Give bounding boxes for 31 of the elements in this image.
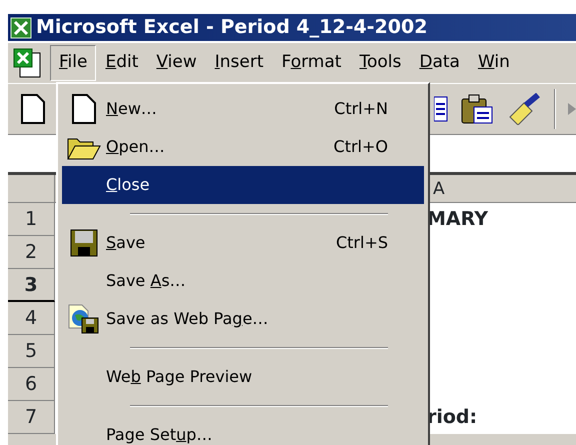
menu-bar-item[interactable]: Format	[272, 45, 350, 81]
row-header[interactable]: 7	[8, 401, 55, 434]
window-title: Microsoft Excel - Period 4_12-4-2002	[36, 15, 428, 40]
new-document-icon[interactable]	[20, 93, 46, 125]
menu-item[interactable]: Close	[62, 166, 424, 204]
menu-bar-item[interactable]: Insert	[206, 45, 273, 81]
spreadsheet-icon	[10, 16, 32, 38]
row-header[interactable]: 2	[8, 236, 55, 269]
row-header[interactable]: 4	[8, 302, 55, 335]
globe-disk-icon	[68, 304, 100, 334]
menu-bar-item[interactable]: View	[147, 45, 206, 81]
menu-item[interactable]: Page Setup…	[62, 416, 424, 445]
workbook-icon[interactable]	[12, 47, 42, 79]
blank-page-icon	[71, 94, 97, 124]
menu-item[interactable]: Web Page Preview	[62, 358, 424, 396]
row-header[interactable]: 5	[8, 335, 55, 368]
menu-bar-item[interactable]: Win	[468, 45, 519, 81]
menu-bar-item[interactable]: Tools	[350, 45, 410, 81]
menu-bar-item[interactable]: Edit	[96, 45, 148, 81]
copy-icon[interactable]	[434, 94, 448, 124]
menu-item[interactable]: Save As…	[62, 262, 424, 300]
menu-item[interactable]: New… Ctrl+N	[62, 90, 424, 128]
row-header[interactable]: 1	[8, 203, 55, 236]
menu-item[interactable]: Save as Web Page…	[62, 300, 424, 338]
paste-icon[interactable]	[460, 93, 494, 125]
menu-item[interactable]: Open… Ctrl+O	[62, 128, 424, 166]
row-header[interactable]: 3	[8, 269, 55, 302]
menu-bar-item[interactable]: File	[50, 45, 96, 81]
row-header[interactable]: 6	[8, 368, 55, 401]
menu-item[interactable]: Save Ctrl+S	[62, 224, 424, 262]
menu-bar-item[interactable]: Data	[410, 45, 469, 81]
